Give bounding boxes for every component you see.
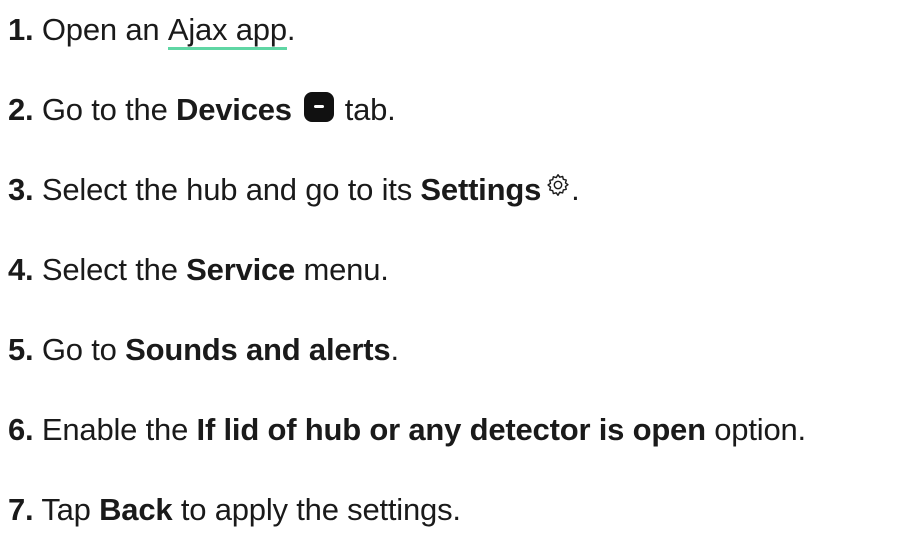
step-1: 1. Open an Ajax app. (8, 8, 296, 52)
gear-icon (547, 174, 569, 196)
step-text-end: . (390, 332, 399, 367)
step-bold-devices: Devices (176, 92, 292, 127)
step-number: 3. (8, 172, 34, 207)
step-4: 4. Select the Service menu. (8, 248, 389, 292)
step-bold-sounds: Sounds and alerts (125, 332, 391, 367)
ajax-app-link[interactable]: Ajax app (167, 13, 287, 50)
step-3: 3. Select the hub and go to its Settings… (8, 168, 580, 212)
step-bold-settings: Settings (420, 172, 542, 207)
step-text: Open an (41, 12, 168, 47)
step-number: 7. (8, 492, 34, 527)
step-number: 2. (8, 92, 34, 127)
devices-icon (304, 92, 335, 122)
step-7: 7. Tap Back to apply the settings. (8, 488, 461, 532)
step-number: 6. (8, 412, 34, 447)
step-bold-lid-option: If lid of hub or any detector is open (196, 412, 706, 447)
step-number: 4. (8, 252, 34, 287)
step-text-end: to apply the settings. (172, 492, 461, 527)
step-number: 5. (8, 332, 34, 367)
step-text: Tap (41, 492, 100, 527)
step-5: 5. Go to Sounds and alerts. (8, 328, 399, 372)
step-text: Go to (41, 332, 126, 367)
step-2: 2. Go to the Devices tab. (8, 88, 396, 132)
step-text-end: . (571, 172, 580, 207)
step-bold-back: Back (99, 492, 173, 527)
step-text-end: menu. (295, 252, 389, 287)
step-text-end: tab. (344, 92, 396, 127)
step-text-end: . (286, 12, 296, 47)
step-text: Go to the (41, 92, 177, 127)
step-bold-service: Service (186, 252, 296, 287)
step-text: Enable the (41, 412, 197, 447)
step-text-end: option. (705, 412, 806, 447)
step-text: Select the (41, 252, 187, 287)
step-text: Select the hub and go to its (41, 172, 421, 207)
step-number: 1. (8, 12, 34, 47)
step-6: 6. Enable the If lid of hub or any detec… (8, 408, 806, 452)
